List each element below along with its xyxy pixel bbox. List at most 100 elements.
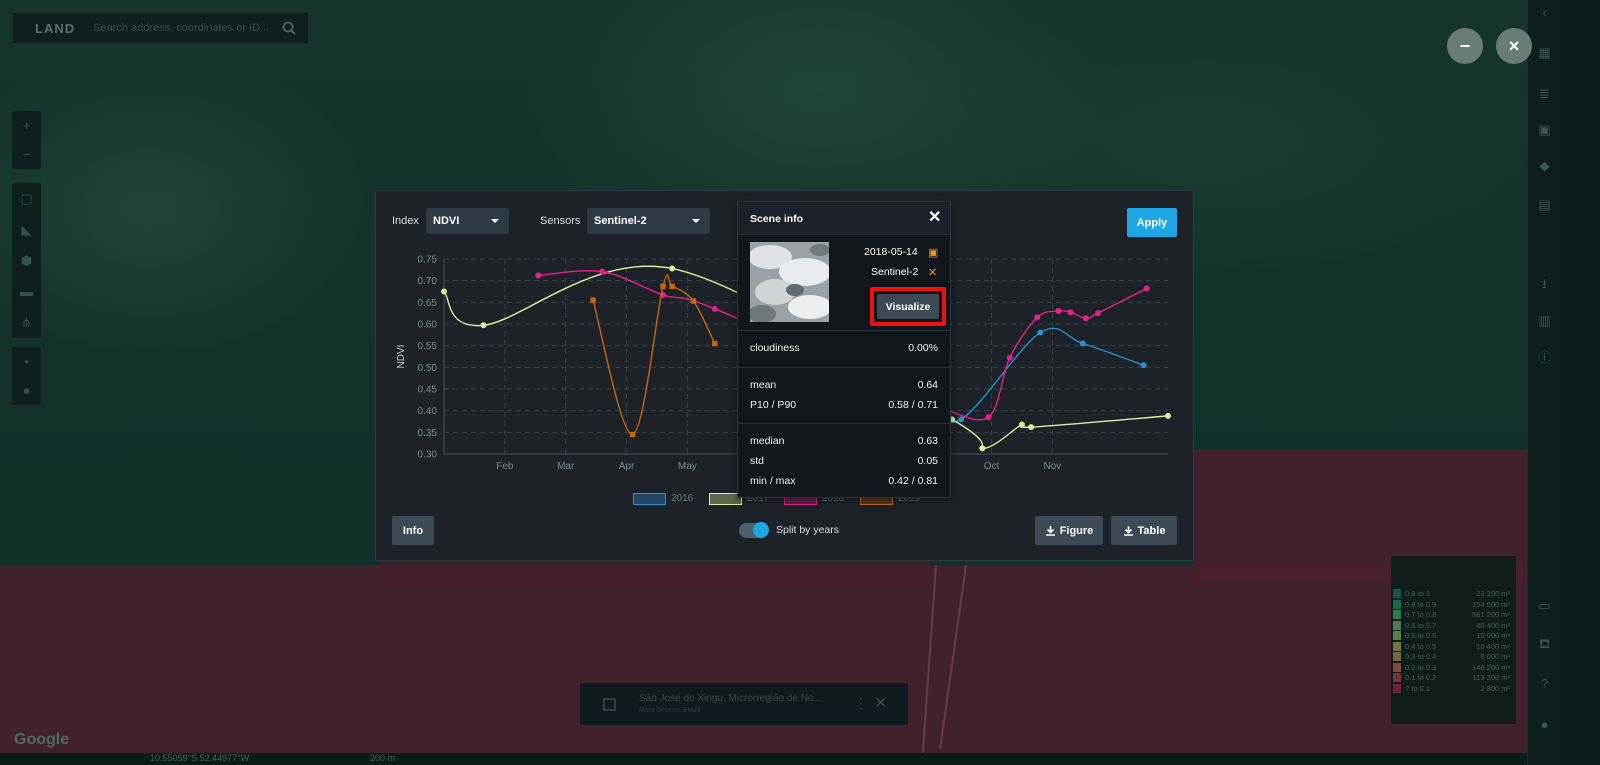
comment-icon[interactable]: ▬: [12, 276, 41, 307]
location-name: São José do Xingu, Microrregião de No...: [639, 693, 822, 704]
select-rect-icon[interactable]: ▢: [12, 183, 41, 214]
grid-icon[interactable]: ▦: [1537, 45, 1552, 60]
data-point: [1055, 308, 1062, 314]
calendar-icon[interactable]: ▥: [1537, 313, 1552, 328]
legend-swatch-2016[interactable]: [633, 493, 666, 505]
data-point: [480, 322, 487, 329]
scene-date: 2018-05-14: [864, 246, 918, 258]
legend-row: 0.6 to 0.7 40 400 m²: [1391, 620, 1516, 630]
close-icon[interactable]: ✕: [874, 693, 887, 713]
y-tick-label: 0.50: [418, 363, 438, 374]
user-icon[interactable]: ●: [1537, 717, 1552, 732]
legend-swatch: [1393, 631, 1401, 640]
data-point: [1034, 314, 1041, 321]
data-point: [979, 445, 986, 452]
info-button[interactable]: Info: [392, 516, 434, 545]
location-chip[interactable]: São José do Xingu, Microrregião de No...…: [580, 683, 908, 725]
data-point: [712, 340, 718, 347]
figure-button-label: Figure: [1059, 524, 1094, 537]
y-tick-label: 0.70: [418, 276, 438, 287]
image-icon[interactable]: ▣: [1537, 122, 1552, 137]
divider: [738, 423, 950, 424]
legend-swatch: [1393, 662, 1401, 672]
share-icon[interactable]: ⋔: [12, 307, 41, 338]
stat-label: median: [750, 435, 785, 447]
scene-thumbnail: [750, 242, 829, 322]
legend-area: 113 200 m²: [1472, 673, 1510, 682]
info-icon[interactable]: ⓘ: [1537, 350, 1552, 365]
stat-cloudiness: cloudiness 0.00%: [750, 342, 938, 354]
x-tick-label: Mar: [557, 461, 575, 472]
calendar-icon: ▣: [928, 247, 939, 259]
search-icon[interactable]: [278, 17, 300, 39]
close-icon[interactable]: ✕: [928, 210, 941, 226]
y-tick-label: 0.35: [418, 428, 438, 439]
message-icon[interactable]: ▭: [1537, 598, 1552, 613]
more-icon[interactable]: ⋮: [854, 695, 868, 712]
data-point: [535, 272, 542, 279]
stat-label: P10 / P90: [750, 399, 797, 411]
download-icon[interactable]: ⭳: [1537, 276, 1552, 291]
data-point: [660, 283, 666, 289]
location-subtitle: Mato Grosso, Brazil: [639, 707, 701, 714]
collapse-icon[interactable]: ‹: [1537, 5, 1552, 20]
legend-swatch: [1393, 652, 1401, 661]
legend-row: 0.8 to 0.9 154 000 m²: [1391, 599, 1516, 609]
map-field-low-ndvi: [0, 565, 1527, 755]
settings-icon[interactable]: ●: [12, 376, 41, 405]
divider: [738, 330, 950, 331]
y-tick-label: 0.65: [418, 298, 438, 309]
right-edge-panel: [1560, 0, 1600, 765]
stat-label: min / max: [750, 475, 796, 487]
scene-info-title: Scene info: [750, 213, 804, 225]
figure-button[interactable]: Figure: [1035, 516, 1103, 545]
search-bar[interactable]: LAND Search address, coordinates or ID..…: [12, 12, 309, 44]
legend-range: 0.1 to 0.2: [1405, 673, 1437, 682]
data-point: [958, 416, 965, 423]
divider: [738, 367, 950, 368]
legend-area: 8 000 m²: [1480, 652, 1510, 661]
split-by-years-toggle[interactable]: [739, 522, 769, 538]
legend-area: 23 200 m²: [1476, 589, 1510, 598]
help-icon[interactable]: ?: [1537, 676, 1552, 691]
legend-area: 10 000 m²: [1476, 631, 1510, 640]
ndvi-legend-panel: 0.9 to 1 23 200 m² 0.8 to 0.9 154 000 m² 0.7…: [1391, 556, 1516, 724]
legend-row: 0.9 to 1 23 200 m²: [1391, 588, 1516, 598]
draw-shape-icon[interactable]: ⬢: [12, 245, 41, 276]
data-point: [1082, 315, 1089, 322]
search-input[interactable]: Search address, coordinates or ID...: [93, 22, 278, 34]
table-button[interactable]: Table: [1111, 516, 1177, 545]
layers-icon[interactable]: ◆: [1537, 158, 1552, 173]
y-tick-label: 0.45: [418, 385, 438, 396]
data-point: [1028, 424, 1035, 431]
series-line-2016: [921, 327, 1144, 423]
legend-swatch: [1393, 610, 1401, 619]
zoom-in-icon[interactable]: +: [12, 111, 41, 140]
table-button-label: Table: [1137, 524, 1166, 537]
data-point: [629, 431, 636, 438]
zoom-out-icon[interactable]: −: [12, 140, 41, 169]
visualize-button[interactable]: Visualize: [877, 294, 939, 319]
close-button[interactable]: ×: [1496, 28, 1532, 64]
y-axis-label: NDVI: [396, 345, 407, 369]
chart-icon[interactable]: ▤: [1537, 197, 1552, 212]
location-icon[interactable]: •: [12, 347, 41, 376]
stat-min-max: min / max 0.42 / 0.81: [750, 475, 938, 487]
y-tick-label: 0.60: [418, 320, 438, 331]
layers-stack-icon[interactable]: ≣: [1537, 86, 1552, 101]
data-point: [690, 298, 697, 304]
cart-icon[interactable]: ⛾: [1537, 636, 1552, 651]
legend-area: 581 200 m²: [1472, 610, 1510, 619]
draw-polygon-icon[interactable]: ◣: [12, 214, 41, 245]
y-tick-label: 0.75: [418, 255, 438, 266]
minimize-button[interactable]: −: [1447, 28, 1483, 64]
data-point: [985, 414, 992, 421]
map-coords: 10.55059°S 52.44977°W: [150, 753, 250, 763]
download-icon: [1045, 526, 1055, 536]
data-point: [1165, 412, 1171, 419]
extra-toolbar: • ●: [12, 347, 41, 405]
scene-sensor: Sentinel-2: [871, 266, 919, 278]
x-tick-label: Oct: [984, 461, 1000, 472]
legend-range: 0.7 to 0.8: [1405, 610, 1437, 619]
legend-swatch: [1393, 589, 1401, 598]
